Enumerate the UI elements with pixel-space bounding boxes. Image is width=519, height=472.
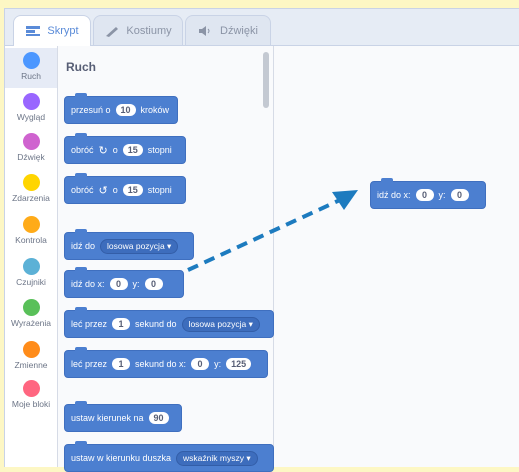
category-control[interactable]: Kontrola: [5, 212, 57, 252]
steps-input[interactable]: 10: [115, 104, 136, 116]
block-text: sekund do: [135, 319, 177, 329]
tab-costumes-label: Kostiumy: [126, 24, 172, 37]
glide-target-dropdown[interactable]: losowa pozycja ▾: [181, 316, 260, 332]
y-input[interactable]: 0: [144, 278, 163, 290]
brush-icon: [104, 25, 120, 37]
editor-window: Skrypt Kostiumy Dźwięki Ruch Wygląd Dźwi…: [4, 8, 519, 472]
category-sound[interactable]: Dźwięk: [5, 129, 57, 169]
block-palette: Ruch przesuń o 10 kroków obróć ↻ o 15 st…: [58, 46, 274, 472]
category-motion[interactable]: Ruch: [5, 48, 57, 88]
block-text: stopni: [147, 185, 172, 195]
direction-input[interactable]: 90: [148, 412, 169, 424]
block-point-in-direction[interactable]: ustaw kierunek na 90: [64, 401, 182, 432]
block-turn-left[interactable]: obróć ↺ o 15 stopni: [64, 173, 186, 204]
category-label: Wyrażenia: [10, 318, 52, 328]
category-label: Czujniki: [16, 277, 46, 287]
motion-dot-icon: [22, 52, 40, 69]
block-text: y:: [438, 190, 446, 200]
block-text: idź do x:: [377, 190, 411, 200]
block-text: o: [112, 145, 118, 155]
rotate-left-icon: ↺: [98, 184, 108, 197]
seconds-input[interactable]: 1: [112, 318, 131, 330]
block-text: ustaw w kierunku duszka: [71, 453, 172, 463]
block-text: sekund do x:: [135, 359, 187, 369]
tab-code[interactable]: Skrypt: [13, 15, 91, 46]
script-block-go-to-xy[interactable]: idź do x: 0 y: 0: [370, 178, 486, 209]
degrees-input[interactable]: 15: [122, 144, 143, 156]
tab-code-label: Skrypt: [47, 25, 79, 37]
block-text: y:: [214, 359, 222, 369]
block-point-towards[interactable]: ustaw w kierunku duszka wskaźnik myszy ▾: [64, 441, 274, 472]
sensing-dot-icon: [22, 258, 40, 275]
category-label: Moje bloki: [11, 399, 51, 409]
category-label: Zmienne: [14, 360, 48, 370]
block-move-steps[interactable]: przesuń o 10 kroków: [64, 93, 178, 124]
block-text: leć przez: [71, 319, 108, 329]
operators-dot-icon: [22, 299, 40, 316]
block-glide-to-xy[interactable]: leć przez 1 sekund do x: 0 y: 125: [64, 347, 268, 378]
variables-dot-icon: [22, 341, 40, 358]
block-text: y:: [132, 279, 140, 289]
x-input[interactable]: 0: [415, 189, 434, 201]
block-text: kroków: [140, 105, 170, 115]
block-text: idź do: [71, 241, 96, 251]
category-label: Kontrola: [15, 235, 47, 245]
block-turn-right[interactable]: obróć ↻ o 15 stopni: [64, 133, 186, 164]
tab-bar: Skrypt Kostiumy Dźwięki: [5, 9, 519, 46]
tab-sounds[interactable]: Dźwięki: [185, 15, 271, 45]
x-input[interactable]: 0: [191, 358, 210, 370]
category-my-blocks[interactable]: Moje bloki: [5, 376, 57, 416]
category-looks[interactable]: Wygląd: [5, 89, 57, 129]
block-text: obróć: [71, 145, 94, 155]
category-label: Ruch: [21, 71, 41, 81]
category-sidebar: Ruch Wygląd Dźwięk Zdarzenia Kontrola Cz…: [5, 46, 58, 467]
tab-sounds-label: Dźwięki: [220, 24, 258, 37]
y-input[interactable]: 125: [226, 358, 252, 370]
rotate-right-icon: ↻: [98, 144, 108, 157]
code-icon: [25, 25, 41, 37]
degrees-input[interactable]: 15: [122, 184, 143, 196]
sound-dot-icon: [22, 133, 40, 150]
category-label: Dźwięk: [17, 152, 45, 162]
block-glide-to[interactable]: leć przez 1 sekund do losowa pozycja ▾: [64, 307, 274, 338]
block-go-to-xy[interactable]: idź do x: 0 y: 0: [64, 267, 184, 298]
category-variables[interactable]: Zmienne: [5, 337, 57, 377]
point-target-dropdown[interactable]: wskaźnik myszy ▾: [176, 450, 258, 466]
block-text: przesuń o: [71, 105, 111, 115]
speaker-icon: [198, 25, 214, 37]
category-label: Zdarzenia: [12, 193, 50, 203]
tab-costumes[interactable]: Kostiumy: [93, 15, 183, 45]
palette-scrollbar[interactable]: [263, 52, 269, 108]
block-go-to[interactable]: idź do losowa pozycja ▾: [64, 229, 194, 260]
script-area[interactable]: idź do x: 0 y: 0: [274, 46, 519, 467]
seconds-input[interactable]: 1: [112, 358, 131, 370]
block-text: stopni: [147, 145, 172, 155]
x-input[interactable]: 0: [109, 278, 128, 290]
category-operators[interactable]: Wyrażenia: [5, 295, 57, 335]
block-text: leć przez: [71, 359, 108, 369]
y-input[interactable]: 0: [450, 189, 469, 201]
my-blocks-dot-icon: [22, 380, 40, 397]
block-text: idź do x:: [71, 279, 105, 289]
block-text: o: [112, 185, 118, 195]
category-events[interactable]: Zdarzenia: [5, 170, 57, 210]
block-text: obróć: [71, 185, 94, 195]
control-dot-icon: [22, 216, 40, 233]
palette-heading: Ruch: [66, 60, 96, 74]
category-label: Wygląd: [16, 112, 46, 122]
goto-target-dropdown[interactable]: losowa pozycja ▾: [100, 238, 179, 254]
looks-dot-icon: [22, 93, 40, 110]
events-dot-icon: [22, 174, 40, 191]
category-sensing[interactable]: Czujniki: [5, 254, 57, 294]
block-text: ustaw kierunek na: [71, 413, 144, 423]
